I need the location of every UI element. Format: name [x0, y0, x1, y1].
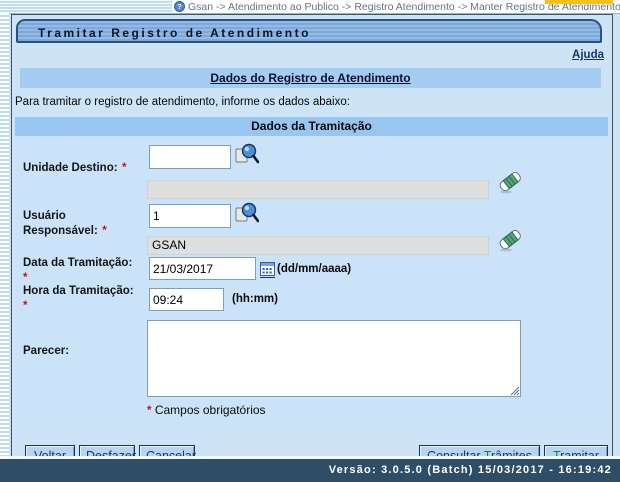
help-question-icon[interactable]: ? [174, 1, 185, 12]
tramitacao-panel: Dados da Tramitação Unidade Destino: * [15, 117, 608, 419]
gsan-page: ? Gsan -> Atendimento ao Publico -> Regi… [0, 0, 620, 482]
data-tramitacao-input[interactable] [149, 257, 256, 280]
yellow-accent-strip [545, 0, 613, 4]
required-asterisk: * [102, 225, 106, 237]
required-fields-note: * Campos obrigatórios [147, 403, 266, 417]
svg-text:?: ? [177, 2, 182, 11]
tramitacao-panel-title: Dados da Tramitação [15, 117, 608, 136]
usuario-responsavel-description: GSAN [147, 236, 489, 255]
required-asterisk: * [122, 162, 126, 174]
version-text: Versão: 3.0.5.0 (Batch) 15/03/2017 - 16:… [329, 464, 612, 476]
required-asterisk: * [147, 405, 151, 417]
instruction-text: Para tramitar o registro de atendimento,… [15, 96, 350, 108]
dados-registro-link[interactable]: Dados do Registro de Atendimento [210, 71, 410, 85]
textarea-resize-handle-icon[interactable] [510, 386, 520, 396]
unidade-destino-label: Unidade Destino: * [23, 158, 127, 176]
version-footer-bar: Versão: 3.0.5.0 (Batch) 15/03/2017 - 16:… [0, 459, 620, 482]
parecer-label: Parecer: [23, 345, 69, 357]
usuario-responsavel-input[interactable] [149, 204, 231, 228]
unidade-destino-description [147, 180, 489, 199]
unidade-destino-search-icon[interactable] [235, 142, 259, 168]
unidade-destino-input[interactable] [149, 145, 231, 169]
parecer-textarea[interactable] [147, 320, 521, 397]
required-asterisk: * [23, 300, 27, 312]
registro-section-bar: Dados do Registro de Atendimento [20, 68, 601, 88]
left-striped-border [0, 13, 9, 459]
usuario-responsavel-eraser-icon[interactable] [498, 225, 524, 253]
usuario-responsavel-search-icon[interactable] [235, 201, 259, 227]
hora-tramitacao-input[interactable] [149, 288, 224, 311]
usuario-responsavel-label: Usuário Responsável: * [23, 208, 107, 238]
main-panel: Tramitar Registro de Atendimento Ajuda D… [11, 14, 613, 458]
data-tramitacao-label: Data da Tramitação: * [23, 255, 132, 285]
page-title: Tramitar Registro de Atendimento [16, 19, 602, 43]
calendar-icon[interactable] [260, 262, 275, 278]
hora-tramitacao-label: Hora da Tramitação: * [23, 283, 134, 313]
ajuda-help-link[interactable]: Ajuda [572, 49, 604, 61]
hora-format-hint: (hh:mm) [232, 293, 278, 305]
data-format-hint: (dd/mm/aaaa) [277, 263, 351, 275]
unidade-destino-eraser-icon[interactable] [498, 167, 524, 195]
topbar-gradient [0, 0, 172, 13]
